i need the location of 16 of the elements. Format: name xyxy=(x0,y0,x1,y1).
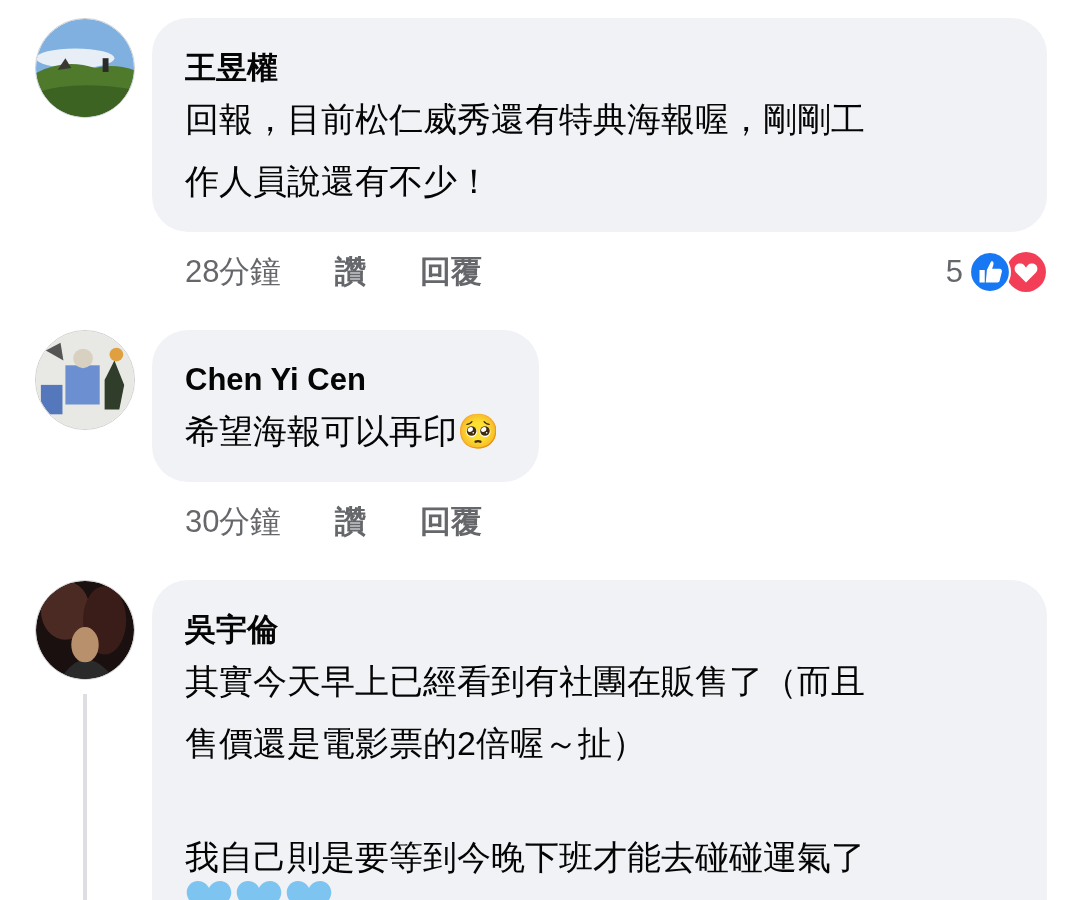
timestamp: 28分鐘 xyxy=(185,252,282,291)
author-name[interactable]: Chen Yi Cen xyxy=(185,360,499,400)
comment-text: 作人員說還有不少！ xyxy=(185,161,492,202)
author-name[interactable]: 吳宇倫 xyxy=(185,610,1007,650)
comment-text: 回報，目前松仁威秀還有特典海報喔，剛剛工 xyxy=(185,99,866,140)
author-name[interactable]: 王昱權 xyxy=(185,48,1007,88)
reply-link[interactable]: 回覆 xyxy=(420,498,483,546)
timestamp: 30分鐘 xyxy=(185,502,282,541)
comment-text: 希望海報可以再印🥺 xyxy=(185,411,499,452)
reply-link[interactable]: 回覆 xyxy=(420,248,483,296)
like-link[interactable]: 讚 xyxy=(335,248,367,296)
comment-text: 我自己則是要等到今晚下班才能去碰碰運氣了 xyxy=(185,837,866,878)
comment-text: 售價還是電影票的2倍喔～扯） xyxy=(185,723,647,764)
like-link[interactable]: 讚 xyxy=(335,498,367,546)
reaction-count[interactable]: 5 xyxy=(945,248,963,296)
comment-text: 其實今天早上已經看到有社團在販售了（而且 xyxy=(185,661,866,702)
